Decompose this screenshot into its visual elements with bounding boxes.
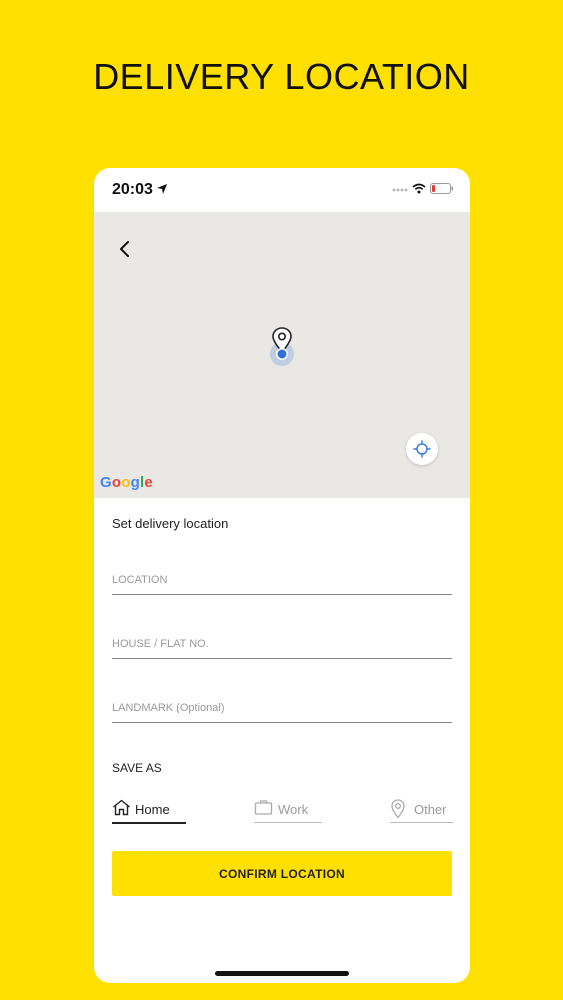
save-as-work-option[interactable]: Work bbox=[254, 798, 322, 823]
home-indicator bbox=[215, 971, 349, 976]
home-option-label: Home bbox=[135, 802, 170, 817]
house-field bbox=[112, 632, 452, 659]
house-flat-input[interactable] bbox=[112, 632, 452, 656]
form-title: Set delivery location bbox=[112, 516, 229, 531]
location-pin-icon bbox=[391, 799, 405, 819]
google-logo: Google bbox=[100, 474, 153, 491]
my-location-button[interactable] bbox=[406, 433, 438, 465]
page-headline: DELIVERY LOCATION bbox=[93, 56, 470, 97]
signal-icon bbox=[392, 188, 408, 192]
save-as-other-option[interactable]: Other bbox=[390, 798, 453, 823]
home-icon bbox=[113, 799, 130, 816]
status-time: 20:03 bbox=[112, 181, 153, 198]
save-as-label: SAVE AS bbox=[112, 761, 162, 775]
wifi-icon bbox=[412, 183, 426, 194]
confirm-location-button[interactable]: CONFIRM LOCATION bbox=[112, 851, 452, 896]
landmark-field bbox=[112, 696, 452, 723]
map-marker-icon bbox=[270, 327, 294, 366]
phone-screen: 20:03 Google Set delivery location LOCAT… bbox=[94, 168, 470, 983]
location-field bbox=[112, 568, 452, 595]
briefcase-icon bbox=[254, 800, 273, 815]
save-as-home-option[interactable]: Home bbox=[112, 798, 186, 824]
other-option-label: Other bbox=[414, 802, 447, 817]
back-arrow-icon[interactable] bbox=[116, 238, 134, 260]
crosshair-icon bbox=[413, 440, 431, 458]
map-view[interactable]: Google bbox=[94, 212, 470, 498]
location-arrow-icon bbox=[157, 184, 167, 194]
status-bar: 20:03 bbox=[94, 168, 470, 212]
work-option-label: Work bbox=[278, 802, 309, 817]
battery-icon bbox=[430, 183, 453, 194]
landmark-input[interactable] bbox=[112, 696, 452, 720]
location-input[interactable] bbox=[112, 568, 452, 592]
